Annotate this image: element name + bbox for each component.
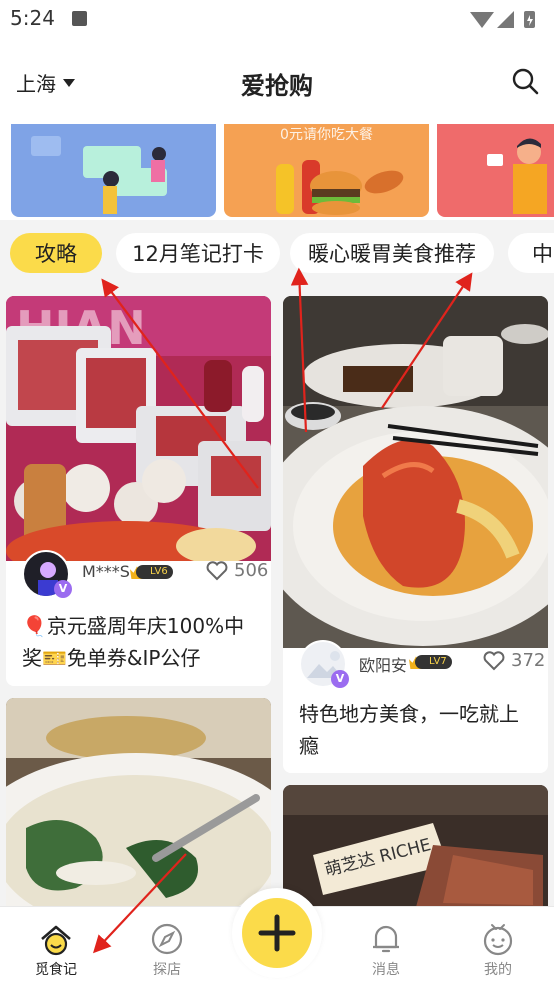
like-button[interactable]: 372 [483, 650, 545, 671]
add-post-button[interactable] [232, 888, 322, 978]
level-badge: LV6 [136, 565, 173, 579]
verified-icon: V [331, 670, 349, 688]
verified-icon: V [54, 580, 72, 598]
author-name: 欧阳安 [359, 656, 408, 675]
level-badge: LV7 [415, 655, 452, 669]
nav-label: 我的 [484, 962, 512, 978]
smile-face-icon [41, 925, 71, 956]
banner-illustration [31, 136, 167, 214]
nav-label: 探店 [153, 962, 181, 978]
feed-card[interactable]: 萌芝达 RICHE [283, 785, 548, 918]
nav-item-tandian[interactable]: 探店 [132, 921, 202, 979]
banner-illustration [276, 160, 404, 215]
banner-carousel[interactable]: 0元请你吃大餐 [0, 124, 554, 220]
add-post-circle [242, 898, 312, 968]
topic-tabs: 攻略 12月笔记打卡 暖心暖胃美食推荐 中 [0, 220, 554, 290]
page-title: 爱抢购 [241, 72, 313, 100]
card-meta: V 欧阳安 LV7 372 [283, 636, 548, 692]
notification-icon [72, 11, 87, 26]
card-photo: HIAN [6, 296, 271, 561]
compass-icon [151, 923, 183, 955]
nav-item-messages[interactable]: 消息 [351, 921, 421, 979]
status-time: 5:24 [10, 6, 55, 30]
search-icon[interactable] [510, 66, 540, 96]
banner-item[interactable] [437, 124, 554, 217]
card-title: 特色地方美食，一吃就上瘾 [299, 702, 519, 758]
banner-item[interactable]: 0元请你吃大餐 [224, 124, 429, 217]
tag-chip[interactable]: 攻略 [10, 233, 102, 273]
card-meta: V M***S LV6 506 [6, 546, 271, 602]
nav-item-profile[interactable]: 我的 [463, 921, 533, 979]
feed-card[interactable]: HIAN V M***S LV6 [6, 296, 271, 686]
feed-card[interactable] [6, 698, 271, 918]
bell-icon [373, 925, 399, 953]
face-icon [483, 924, 513, 956]
like-button[interactable]: 506 [206, 560, 268, 581]
top-header: 上海 爱抢购 [0, 38, 554, 124]
tag-chip[interactable]: 暖心暖胃美食推荐 [290, 233, 494, 273]
like-count: 372 [511, 650, 546, 671]
nav-item-mishiji[interactable]: 觅食记 [21, 921, 91, 979]
card-photo [6, 698, 271, 918]
nav-label: 消息 [372, 962, 400, 978]
like-count: 506 [234, 560, 269, 581]
feed-card[interactable]: V 欧阳安 LV7 372 特色地方美食，一吃就上瘾 [283, 296, 548, 773]
banner-item[interactable] [11, 124, 216, 217]
tag-chip[interactable]: 12月笔记打卡 [116, 233, 280, 273]
status-bar: 5:24 [0, 0, 554, 38]
card-title: 🎈京元盛周年庆100%中奖🎫免单券&IP公仔 [22, 614, 245, 670]
heart-icon [206, 560, 228, 580]
card-photo [283, 296, 548, 648]
author-name: M***S [82, 562, 130, 581]
nav-label: 觅食记 [35, 962, 77, 978]
tag-chip[interactable]: 中 [508, 233, 554, 273]
banner-illustration [487, 138, 547, 214]
plus-icon [258, 914, 296, 952]
heart-icon [483, 650, 505, 670]
system-status-icons [470, 11, 535, 28]
